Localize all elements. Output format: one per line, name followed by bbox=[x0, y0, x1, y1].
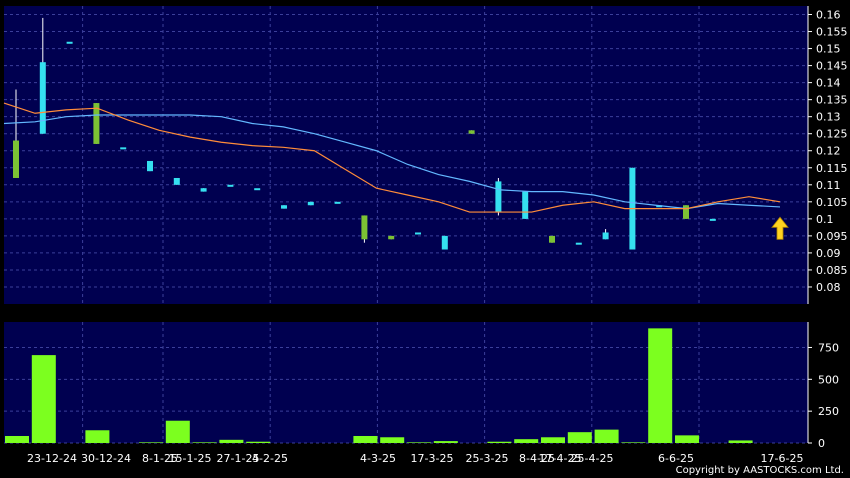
price-tick-label: 0.1 bbox=[816, 213, 834, 226]
x-tick-label: 23-12-24 bbox=[27, 452, 77, 465]
candle-body bbox=[388, 235, 395, 240]
price-tick-label: 0.115 bbox=[816, 162, 848, 175]
volume-plot-background bbox=[4, 322, 808, 443]
volume-bar bbox=[353, 435, 378, 443]
volume-bar bbox=[192, 442, 217, 443]
candle-body bbox=[227, 184, 234, 187]
candle-body bbox=[13, 140, 19, 178]
volume-tick-label: 0 bbox=[818, 437, 825, 450]
x-tick-label: 30-12-24 bbox=[81, 452, 131, 465]
price-tick-label: 0.09 bbox=[816, 247, 841, 260]
candle-body bbox=[39, 62, 46, 134]
volume-bar bbox=[219, 439, 244, 443]
candle-body bbox=[307, 201, 314, 206]
price-tick-label: 0.11 bbox=[816, 179, 841, 192]
candle-body bbox=[120, 147, 127, 150]
candle-body bbox=[575, 242, 582, 245]
stock-chart: 0.160.1550.150.1450.140.1350.130.1250.12… bbox=[0, 0, 850, 478]
x-tick-label: 4-3-25 bbox=[360, 452, 396, 465]
volume-bar bbox=[85, 430, 110, 443]
volume-bar bbox=[621, 442, 646, 443]
volume-bar bbox=[567, 432, 592, 443]
price-tick-label: 0.12 bbox=[816, 145, 841, 158]
price-tick-label: 0.14 bbox=[816, 77, 841, 90]
x-tick-label: 25-3-25 bbox=[466, 452, 509, 465]
x-tick-label: 17-6-25 bbox=[761, 452, 804, 465]
volume-bar bbox=[380, 437, 405, 443]
x-tick-label: 25-4-25 bbox=[571, 452, 614, 465]
price-tick-label: 0.095 bbox=[816, 230, 848, 243]
volume-bar bbox=[407, 442, 431, 443]
price-tick-label: 0.16 bbox=[816, 9, 841, 22]
candle-body bbox=[147, 160, 153, 172]
volume-bar bbox=[487, 441, 512, 443]
candle-body bbox=[361, 215, 368, 240]
price-plot-background bbox=[4, 6, 808, 304]
candle-body bbox=[415, 232, 421, 235]
candle-body bbox=[495, 181, 502, 213]
price-panel: 0.16 0.155 0.15 0.145 0.14 0.135 0.13 0.125 0.12… bbox=[3, 6, 848, 304]
price-tick-label: 0.125 bbox=[816, 128, 848, 141]
candle-body bbox=[522, 191, 529, 219]
copyright-text: Copyright by AASTOCKS.com Ltd. bbox=[675, 465, 844, 476]
x-axis-labels: 23-12-24 30-12-24 8-1-2515-1-25 27-1-254-2-… bbox=[27, 452, 803, 465]
x-tick-label: 15-1-25 bbox=[169, 452, 212, 465]
volume-bar bbox=[31, 355, 56, 443]
volume-bar bbox=[648, 328, 673, 443]
candle-body bbox=[66, 41, 73, 44]
candle-body bbox=[709, 218, 716, 221]
candle-body bbox=[468, 130, 475, 134]
volume-bar bbox=[675, 435, 699, 443]
volume-tick-label: 250 bbox=[818, 405, 839, 418]
candle-body bbox=[683, 205, 689, 219]
price-tick-label: 0.135 bbox=[816, 94, 848, 107]
volume-bar bbox=[728, 440, 753, 443]
candle-body bbox=[254, 188, 261, 191]
candle-body bbox=[200, 188, 207, 192]
volume-bar bbox=[5, 435, 29, 443]
x-tick-label: 6-6-25 bbox=[658, 452, 694, 465]
volume-bar bbox=[246, 441, 271, 443]
volume-bar bbox=[139, 442, 163, 443]
x-tick-label: 4-2-25 bbox=[252, 452, 288, 465]
volume-bar bbox=[594, 429, 619, 443]
volume-bar bbox=[514, 439, 539, 443]
volume-tick-label: 500 bbox=[818, 373, 839, 386]
price-tick-label: 0.08 bbox=[816, 281, 841, 294]
x-tick-label: 17-3-25 bbox=[411, 452, 454, 465]
candle-body bbox=[173, 177, 180, 185]
volume-tick-label: 750 bbox=[818, 341, 839, 354]
candle-body bbox=[549, 235, 555, 243]
candle-body bbox=[441, 235, 448, 250]
candle-body bbox=[334, 201, 341, 204]
price-tick-label: 0.15 bbox=[816, 43, 841, 56]
candle-body bbox=[602, 232, 609, 240]
candle-body bbox=[281, 205, 287, 209]
price-tick-label: 0.085 bbox=[816, 264, 848, 277]
volume-panel: 0 250 500 750 bbox=[4, 322, 839, 450]
price-tick-label: 0.145 bbox=[816, 60, 848, 73]
volume-bar bbox=[541, 437, 565, 443]
price-tick-label: 0.155 bbox=[816, 26, 848, 39]
volume-bar bbox=[165, 420, 190, 443]
price-tick-label: 0.105 bbox=[816, 196, 848, 209]
price-tick-label: 0.13 bbox=[816, 111, 841, 124]
volume-bar bbox=[433, 441, 458, 443]
